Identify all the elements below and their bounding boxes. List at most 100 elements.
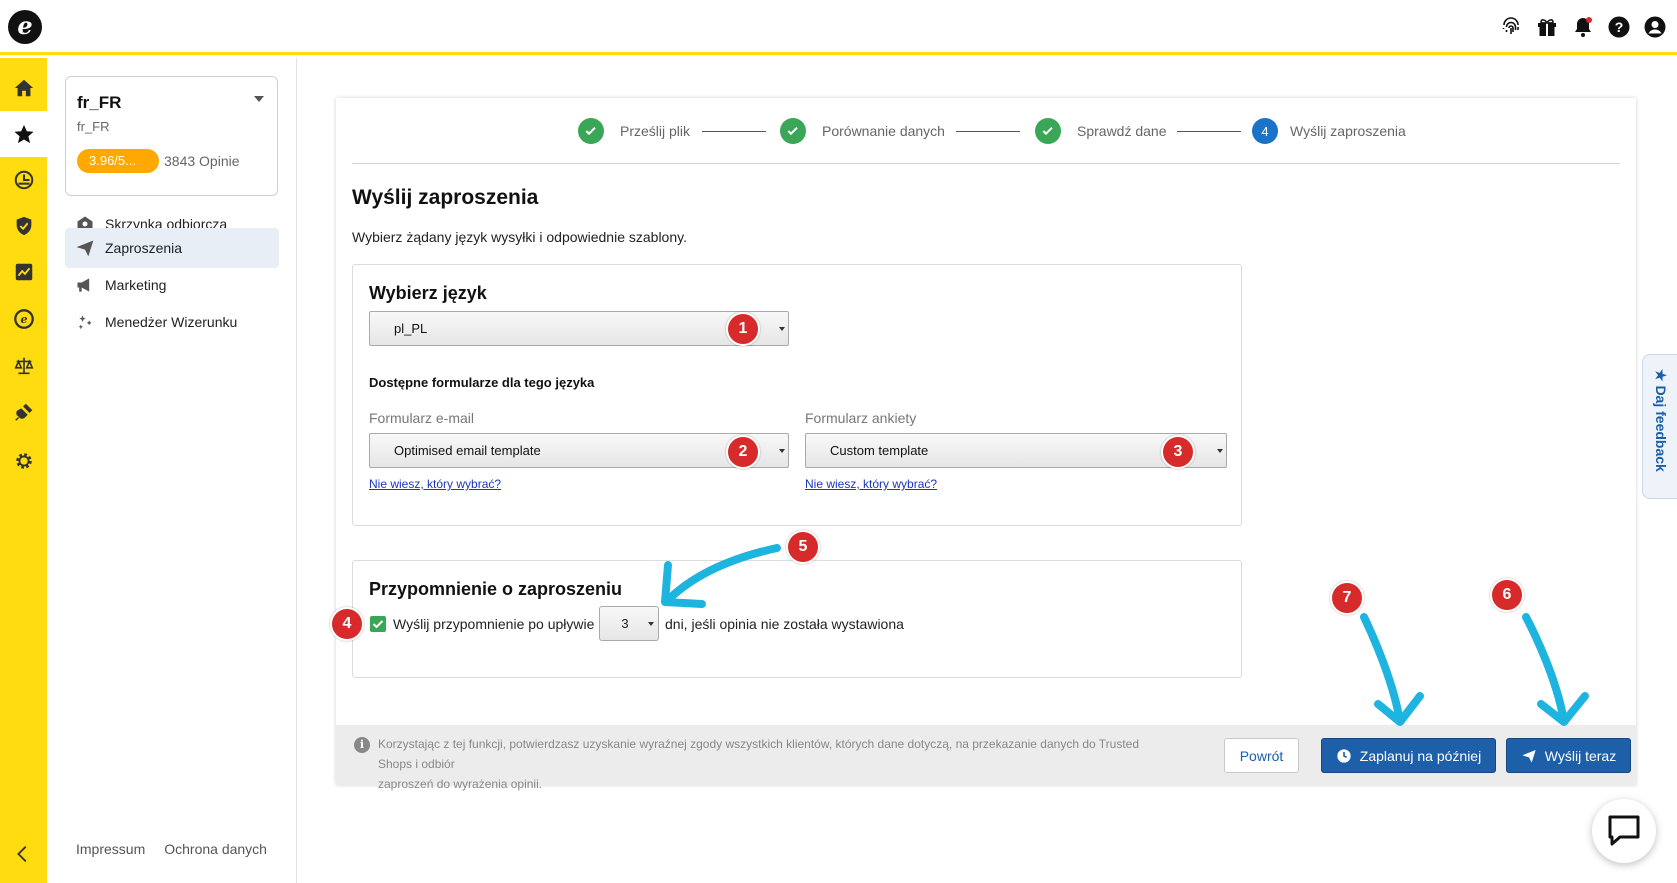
clock-icon xyxy=(1337,748,1351,763)
stepper: Prześlij plik Porównanie danych Sprawdź … xyxy=(336,118,1636,154)
step-connector xyxy=(1177,131,1241,132)
top-bar: e ? xyxy=(0,0,1677,55)
footer-links: Impressum Ochrona danych xyxy=(76,841,267,857)
step-label-check: Sprawdź dane xyxy=(1077,123,1167,139)
rail-integrations[interactable] xyxy=(0,389,47,435)
annotation-badge-3: 3 xyxy=(1161,435,1195,469)
fingerprint-icon[interactable] xyxy=(1499,15,1523,39)
plug-icon xyxy=(14,403,32,421)
home-icon xyxy=(14,79,33,97)
reminder-checkbox[interactable] xyxy=(370,616,386,632)
schedule-later-button[interactable]: Zaplanuj na później xyxy=(1321,738,1496,773)
step-done-check-icon xyxy=(1035,118,1061,144)
svg-text:e: e xyxy=(20,313,27,326)
annotation-badge-6: 6 xyxy=(1490,578,1524,612)
caret-down-icon[interactable] xyxy=(254,96,264,102)
top-icons: ? xyxy=(1499,15,1667,39)
email-form-label: Formularz e-mail xyxy=(369,410,475,426)
survey-template-value: Custom template xyxy=(830,443,929,458)
side-nav: fr_FR fr_FR 3.96/5... 3843 Opinie Skrzyn… xyxy=(47,58,297,883)
nav-item-invites[interactable]: Zaproszenia xyxy=(65,228,279,268)
rating-badge: 3.96/5... xyxy=(77,149,159,173)
step-done-check-icon xyxy=(578,118,604,144)
rail-trust[interactable] xyxy=(0,203,47,249)
chevron-left-icon[interactable] xyxy=(12,843,34,865)
gift-icon[interactable] xyxy=(1535,15,1559,39)
survey-form-label: Formularz ankiety xyxy=(805,410,917,426)
email-template-value: Optimised email template xyxy=(394,443,541,458)
step-label-upload: Prześlij plik xyxy=(620,123,691,139)
nav-item-label: Marketing xyxy=(105,277,167,293)
shop-selector[interactable]: fr_FR fr_FR 3.96/5... 3843 Opinie xyxy=(65,76,278,196)
back-button[interactable]: Powrót xyxy=(1224,738,1299,773)
chevron-down-icon xyxy=(779,449,785,453)
info-icon: i xyxy=(354,737,370,753)
rail-dashboard[interactable] xyxy=(0,157,47,203)
shop-locale: fr_FR xyxy=(77,119,110,134)
star-icon xyxy=(13,124,34,144)
bell-icon[interactable] xyxy=(1571,15,1595,39)
review-count: 3843 Opinie xyxy=(164,153,240,169)
help-icon[interactable]: ? xyxy=(1607,15,1631,39)
survey-help-link[interactable]: Nie wiesz, który wybrać? xyxy=(805,477,937,491)
rail-analytics[interactable] xyxy=(0,249,47,295)
consent-text: Korzystając z tej funkcji, potwierdzasz … xyxy=(378,734,1168,794)
nav-item-image-manager[interactable]: Menedżer Wizerunku xyxy=(65,302,279,342)
rail-settings[interactable] xyxy=(0,438,47,484)
annotation-badge-1: 1 xyxy=(726,312,760,346)
send-now-button[interactable]: Wyślij teraz xyxy=(1506,738,1631,773)
annotation-badge-2: 2 xyxy=(726,435,760,469)
reminder-title: Przypomnienie o zaproszeniu xyxy=(369,579,623,599)
gear-icon xyxy=(15,453,32,469)
step-connector xyxy=(702,131,766,132)
svg-text:?: ? xyxy=(1615,19,1624,35)
etrusted-icon: e xyxy=(13,309,34,329)
rail-etrusted[interactable]: e xyxy=(0,296,47,342)
step-connector xyxy=(956,131,1020,132)
etrusted-logo[interactable]: e xyxy=(8,10,42,44)
shop-name: fr_FR xyxy=(77,93,122,112)
dashboard-icon xyxy=(14,170,33,190)
scales-icon xyxy=(13,357,34,375)
feedback-label: ★ Daj feedback xyxy=(1653,369,1669,472)
action-bar: i Korzystając z tej funkcji, potwierdzas… xyxy=(336,725,1636,791)
account-icon[interactable] xyxy=(1643,15,1667,39)
chevron-down-icon xyxy=(779,327,785,331)
nav-item-marketing[interactable]: Marketing xyxy=(65,265,279,305)
language-section: Wybierz język pl_PL Dostępne formularze … xyxy=(352,264,1242,526)
chat-button[interactable] xyxy=(1592,799,1656,863)
step-label-send: Wyślij zaproszenia xyxy=(1290,123,1406,139)
reminder-days-select[interactable]: 3 xyxy=(599,606,659,641)
app-rail: e xyxy=(0,58,47,883)
reminder-days-value: 3 xyxy=(621,616,629,631)
rail-legal[interactable] xyxy=(0,343,47,389)
email-help-link[interactable]: Nie wiesz, który wybrać? xyxy=(369,477,501,491)
paper-plane-icon xyxy=(76,240,94,257)
language-select-value: pl_PL xyxy=(394,321,428,336)
privacy-link[interactable]: Ochrona danych xyxy=(164,841,267,857)
language-title: Wybierz język xyxy=(369,283,487,303)
annotation-badge-5: 5 xyxy=(786,530,820,564)
impressum-link[interactable]: Impressum xyxy=(76,841,145,857)
consent-line-2: zaproszeń do wyrażenia opinii. xyxy=(378,777,543,791)
consent-line-1: Korzystając z tej funkcji, potwierdzasz … xyxy=(378,737,1140,771)
feedback-tab[interactable]: ★ Daj feedback xyxy=(1642,354,1677,499)
step-label-compare: Porównanie danych xyxy=(822,123,945,139)
step-done-check-icon xyxy=(780,118,806,144)
page-title: Wyślij zaproszenia xyxy=(352,186,539,209)
stepper-divider xyxy=(352,163,1620,164)
chat-bubble-icon xyxy=(1608,815,1640,846)
schedule-later-label: Zaplanuj na później xyxy=(1359,747,1482,764)
rail-reviews[interactable] xyxy=(0,111,47,157)
chevron-down-icon xyxy=(648,622,654,626)
nav-item-label: Zaproszenia xyxy=(105,240,183,256)
reminder-text-before: Wyślij przypomnienie po upływie xyxy=(393,616,595,632)
nav-item-label: Menedżer Wizerunku xyxy=(105,314,238,330)
reminder-text-after: dni, jeśli opinia nie została wystawiona xyxy=(665,616,904,632)
sparkles-icon xyxy=(78,315,92,330)
rail-home[interactable] xyxy=(0,65,47,111)
megaphone-icon xyxy=(77,278,90,292)
annotation-badge-7: 7 xyxy=(1330,581,1364,615)
step-current-number: 4 xyxy=(1252,118,1278,144)
chevron-down-icon xyxy=(1217,449,1223,453)
